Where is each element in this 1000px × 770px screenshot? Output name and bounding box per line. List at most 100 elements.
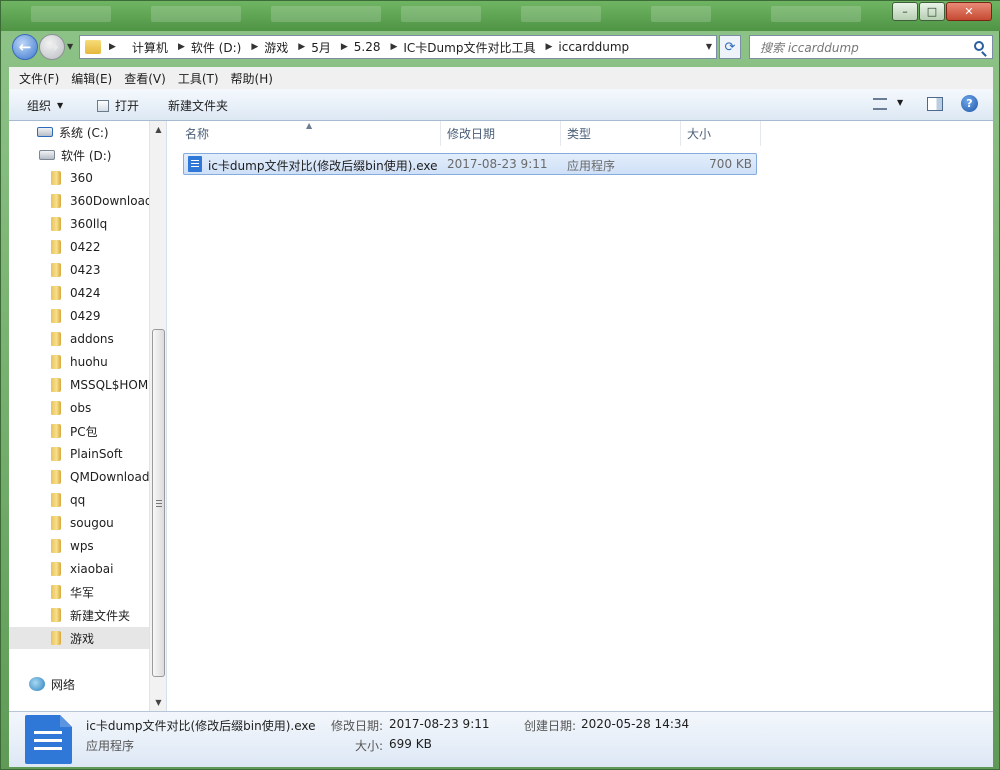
tree-item-folder[interactable]: 360Download (9, 190, 149, 212)
folder-icon (51, 470, 61, 484)
column-header-type[interactable]: 类型 (561, 121, 681, 146)
folder-icon (51, 240, 61, 254)
breadcrumb-ic-tool[interactable]: ▶ IC卡Dump文件对比工具 (386, 36, 541, 58)
breadcrumb-label: 软件 (D:) (190, 40, 242, 55)
folder-icon (51, 378, 61, 392)
breadcrumb-separator[interactable]: ▶ (105, 36, 128, 58)
folder-icon (51, 562, 61, 576)
explorer-window: – □ ✕ ← → ▼ ▶ 计算机 ▶ 软件 (D:) ▶ 游戏 ▶ 5月 ▶ 5.28… (0, 0, 1000, 770)
tree-item-folder[interactable]: 0422 (9, 236, 149, 258)
scrollbar-thumb[interactable] (152, 329, 165, 677)
details-pane: ic卡dump文件对比(修改后缀bin使用).exe 应用程序 修改日期: 20… (9, 711, 993, 767)
tree-item-label: PC包 (70, 424, 98, 439)
folder-icon (51, 355, 61, 369)
tree-item-folder[interactable]: obs (9, 397, 149, 419)
title-bar[interactable]: – □ ✕ (1, 1, 1000, 31)
maximize-button[interactable]: □ (919, 2, 945, 21)
change-view-icon[interactable] (873, 98, 887, 110)
tree-item-folder[interactable]: MSSQL$HOM (9, 374, 149, 396)
icon-lines (34, 731, 62, 734)
tree-item-folder[interactable]: 0423 (9, 259, 149, 281)
scroll-down-arrow-icon[interactable]: ▼ (150, 694, 167, 711)
tree-item-label: 软件 (D:) (61, 148, 112, 163)
tree-item-label: huohu (70, 355, 108, 369)
tree-item-folder[interactable]: 360 (9, 167, 149, 189)
column-header-size[interactable]: 大小 (681, 121, 761, 146)
tree-item-folder[interactable]: PlainSoft (9, 443, 149, 465)
tree-item-folder[interactable]: 新建文件夹 (9, 604, 149, 626)
background-blur (271, 6, 381, 22)
refresh-button[interactable]: ⟳ (719, 35, 741, 59)
navigation-scrollbar[interactable]: ▲ ▼ (149, 121, 166, 711)
tree-item-folder[interactable]: wps (9, 535, 149, 557)
breadcrumb-d-drive[interactable]: ▶ 软件 (D:) (174, 36, 247, 58)
tree-item-network[interactable]: 网络 (9, 673, 149, 695)
tree-item-label: MSSQL$HOM (70, 378, 149, 392)
tree-item-folder[interactable]: 华军 (9, 581, 149, 603)
chevron-right-icon: ▶ (545, 42, 553, 52)
tree-item-label: sougou (70, 516, 114, 530)
tree-item-label: 新建文件夹 (70, 608, 131, 623)
menu-view[interactable]: 查看(V) (118, 70, 172, 87)
folder-icon (51, 447, 61, 461)
tree-item-folder[interactable]: 0429 (9, 305, 149, 327)
file-row[interactable]: ic卡dump文件对比(修改后缀bin使用).exe 2017-08-23 9:… (183, 153, 757, 175)
breadcrumb-5-28[interactable]: ▶ 5.28 (337, 36, 387, 58)
breadcrumb-computer[interactable]: 计算机 (128, 36, 174, 58)
column-header-label: 名称 (185, 127, 210, 141)
breadcrumb-iccarddump[interactable]: ▶ iccarddump (541, 36, 635, 58)
recent-pages-dropdown[interactable]: ▼ (67, 42, 73, 51)
tree-item-folder-selected[interactable]: 游戏 (9, 627, 149, 649)
back-arrow-icon: ← (18, 38, 32, 56)
breadcrumb-games[interactable]: ▶ 游戏 (247, 36, 294, 58)
column-header-date[interactable]: 修改日期 (441, 121, 561, 146)
folder-icon (51, 585, 61, 599)
menu-file[interactable]: 文件(F) (13, 70, 65, 87)
address-bar[interactable]: ▶ 计算机 ▶ 软件 (D:) ▶ 游戏 ▶ 5月 ▶ 5.28 ▶ IC卡Dump文件对… (79, 35, 717, 59)
scroll-up-arrow-icon[interactable]: ▲ (150, 121, 167, 138)
breadcrumb-may[interactable]: ▶ 5月 (294, 36, 337, 58)
forward-button[interactable]: → (39, 34, 65, 60)
column-header-name[interactable]: 名称 (179, 121, 441, 146)
breadcrumb-label: iccarddump (558, 40, 630, 54)
help-icon[interactable]: ? (961, 95, 978, 112)
tree-item-label: qq (70, 493, 86, 507)
tree-item-folder[interactable]: 0424 (9, 282, 149, 304)
background-blur (771, 6, 861, 22)
tree-item-folder[interactable]: QMDownload (9, 466, 149, 488)
minimize-button[interactable]: – (892, 2, 918, 21)
tree-item-d-drive[interactable]: 软件 (D:) (9, 144, 149, 166)
open-button[interactable]: 打开 (97, 97, 139, 114)
menu-tools[interactable]: 工具(T) (172, 70, 225, 87)
address-history-dropdown[interactable]: ▼ (706, 42, 712, 51)
tree-item-c-drive[interactable]: 系统 (C:) (9, 121, 149, 143)
back-button[interactable]: ← (12, 34, 38, 60)
tree-item-folder[interactable]: addons (9, 328, 149, 350)
file-size: 700 KB (709, 157, 752, 171)
view-options-dropdown[interactable]: ▼ (897, 98, 903, 107)
folder-icon (51, 309, 61, 323)
tree-item-folder[interactable]: sougou (9, 512, 149, 534)
search-input[interactable]: 搜索 iccarddump (749, 35, 993, 59)
chevron-right-icon: ▶ (109, 42, 116, 52)
menu-edit[interactable]: 编辑(E) (65, 70, 118, 87)
folder-icon (51, 608, 61, 622)
organize-button[interactable]: 组织 ▼ (27, 97, 63, 114)
tree-item-folder[interactable]: huohu (9, 351, 149, 373)
tree-item-folder[interactable]: PC包 (9, 420, 149, 442)
tree-item-folder[interactable]: qq (9, 489, 149, 511)
column-header-label: 大小 (687, 127, 712, 141)
open-label: 打开 (115, 99, 140, 113)
tree-item-folder[interactable]: 360llq (9, 213, 149, 235)
search-icon[interactable] (974, 41, 984, 51)
folder-icon (51, 194, 61, 208)
tree-item-label: xiaobai (70, 562, 114, 576)
column-header-label: 类型 (567, 127, 592, 141)
preview-pane-icon[interactable] (927, 97, 943, 111)
close-button[interactable]: ✕ (946, 2, 992, 21)
menu-help[interactable]: 帮助(H) (225, 70, 279, 87)
new-folder-button[interactable]: 新建文件夹 (168, 97, 228, 114)
tree-item-folder[interactable]: xiaobai (9, 558, 149, 580)
breadcrumb-label: IC卡Dump文件对比工具 (403, 40, 536, 55)
open-icon (97, 99, 109, 112)
